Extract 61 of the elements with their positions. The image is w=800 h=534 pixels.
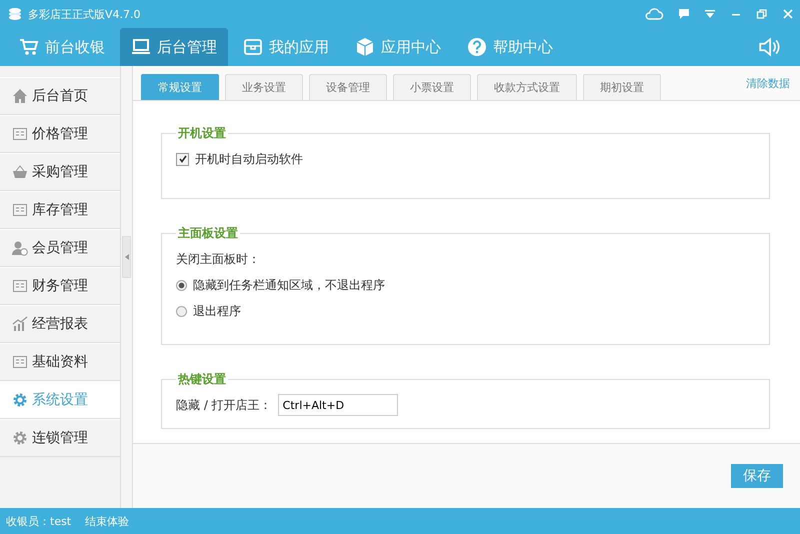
document-icon [12, 126, 28, 142]
checkbox-label: 开机时自动启动软件 [195, 150, 303, 168]
cloud-icon[interactable] [644, 7, 664, 21]
sidebar-item[interactable]: 价格管理 [0, 115, 120, 153]
sidebar-item[interactable]: 系统设置 [0, 381, 120, 419]
tab[interactable]: 期初设置 [583, 74, 661, 100]
tab[interactable]: 业务设置 [225, 74, 303, 100]
tab[interactable]: 常规设置 [141, 74, 219, 100]
option-prompt: 关闭主面板时： [176, 250, 260, 268]
checkbox[interactable] [176, 152, 189, 166]
document-icon [12, 202, 28, 218]
gear-icon [12, 392, 28, 408]
radio-label: 隐藏到任务栏通知区域，不退出程序 [193, 276, 385, 294]
sidebar-item[interactable]: 经营报表 [0, 305, 120, 343]
basket-icon [12, 164, 28, 180]
house-icon [12, 88, 28, 104]
group-title: 热键设置 [176, 371, 227, 388]
sidebar-item[interactable]: 财务管理 [0, 267, 120, 305]
hotkey-label: 隐藏 / 打开店王： [176, 396, 272, 414]
end-trial-link[interactable]: 结束体验 [85, 514, 130, 528]
nav-tab[interactable]: 我的应用 [232, 28, 340, 66]
window-title: 多彩店王正式版V4.7.0 [28, 6, 141, 22]
radio-button[interactable] [176, 280, 187, 290]
sidebar-item[interactable]: 采购管理 [0, 153, 120, 191]
user-icon [12, 240, 28, 256]
group-title: 主面板设置 [177, 225, 239, 242]
cart-icon [19, 37, 39, 57]
document-icon [12, 278, 28, 294]
collapse-handle[interactable] [122, 236, 131, 278]
gear-icon [12, 430, 28, 446]
nav-tab[interactable]: 前台收银 [8, 28, 116, 66]
save-button[interactable]: 保存 [731, 464, 783, 488]
cashier-label: 收银员：test [6, 514, 72, 528]
hotkey-field[interactable]: Ctrl+Alt+D [278, 394, 398, 416]
dropdown-icon[interactable] [704, 8, 716, 20]
sidebar-item[interactable]: 后台首页 [0, 77, 120, 115]
group-title: 开机设置 [177, 125, 227, 142]
tab[interactable]: 收款方式设置 [477, 74, 577, 100]
logo-icon [8, 7, 22, 21]
nav-tab[interactable]: 帮助中心 [456, 28, 564, 66]
nav-tab[interactable]: 应用中心 [344, 28, 452, 66]
tab[interactable]: 设备管理 [309, 74, 387, 100]
clear-data-link[interactable]: 清除数据 [746, 76, 790, 91]
nav-tab[interactable]: 后台管理 [120, 28, 228, 66]
radio-label: 退出程序 [193, 302, 241, 320]
tab[interactable]: 小票设置 [393, 74, 471, 100]
document-icon [12, 354, 28, 370]
chart-icon [12, 316, 28, 332]
caret-icon [124, 254, 128, 260]
sidebar-item[interactable]: 连锁管理 [0, 419, 120, 457]
laptop-icon [131, 37, 151, 57]
cube-icon [355, 37, 375, 57]
close-icon[interactable] [782, 8, 794, 20]
sidebar-item[interactable]: 会员管理 [0, 229, 120, 267]
box-icon [243, 37, 263, 57]
help-icon [467, 37, 487, 57]
chat-icon[interactable] [678, 8, 690, 20]
speaker-icon[interactable] [758, 36, 780, 58]
sidebar-item[interactable]: 库存管理 [0, 191, 120, 229]
radio-button[interactable] [176, 306, 187, 316]
restore-icon[interactable] [756, 8, 768, 20]
